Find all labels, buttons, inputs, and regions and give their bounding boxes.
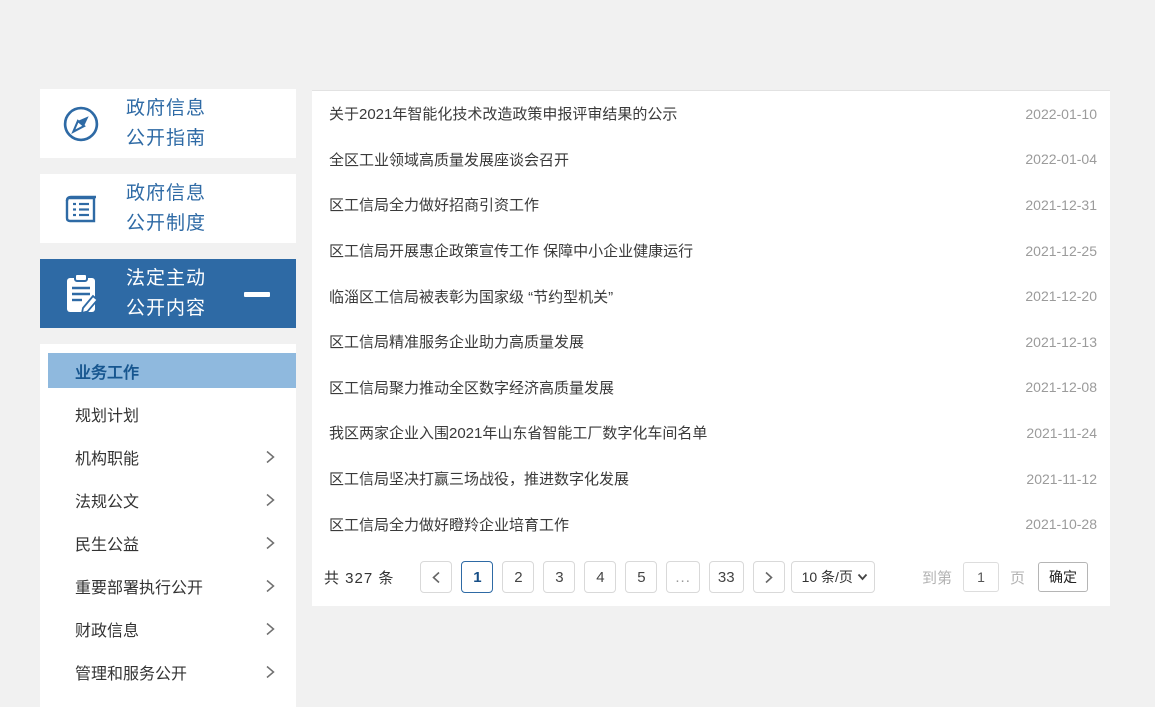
- submenu-item-label: 规划计划: [75, 402, 139, 426]
- article-date: 2021-12-31: [1025, 197, 1097, 213]
- page-number-button[interactable]: ...: [666, 561, 700, 593]
- sidebar: 政府信息 公开指南 政府信息 公开制度: [40, 89, 296, 707]
- article-row[interactable]: 临淄区工信局被表彰为国家级 “节约型机关” 2021-12-20: [312, 273, 1110, 319]
- article-title: 区工信局聚力推动全区数字经济高质量发展: [329, 377, 1005, 398]
- article-title: 我区两家企业入围2021年山东省智能工厂数字化车间名单: [329, 422, 1006, 443]
- article-title: 区工信局坚决打赢三场战役，推进数字化发展: [329, 468, 1006, 489]
- sidebar-submenu-item[interactable]: 机构职能: [40, 435, 296, 478]
- article-title: 临淄区工信局被表彰为国家级 “节约型机关”: [329, 286, 1005, 307]
- clipboard-pen-icon: [60, 271, 102, 317]
- article-title: 关于2021年智能化技术改造政策申报评审结果的公示: [329, 103, 1005, 124]
- sidebar-submenu-item[interactable]: 管理和服务公开: [40, 650, 296, 693]
- article-list: 关于2021年智能化技术改造政策申报评审结果的公示 2022-01-10 全区工…: [312, 91, 1110, 547]
- chevron-right-icon: [264, 664, 276, 680]
- submenu-item-label: 重要部署执行公开: [75, 574, 203, 598]
- page-number-button[interactable]: 3: [543, 561, 575, 593]
- article-row[interactable]: 区工信局聚力推动全区数字经济高质量发展 2021-12-08: [312, 365, 1110, 411]
- article-row[interactable]: 区工信局全力做好瞪羚企业培育工作 2021-10-28: [312, 501, 1110, 547]
- page-number-button[interactable]: 2: [502, 561, 534, 593]
- sidebar-submenu-item[interactable]: 规划计划: [40, 392, 296, 435]
- chevron-right-icon: [264, 621, 276, 637]
- page-number-button[interactable]: 1: [461, 561, 493, 593]
- article-date: 2021-12-13: [1025, 334, 1097, 350]
- article-row[interactable]: 区工信局开展惠企政策宣传工作 保障中小企业健康运行 2021-12-25: [312, 228, 1110, 274]
- page-number-button[interactable]: 5: [625, 561, 657, 593]
- page-number-button[interactable]: 33: [709, 561, 744, 593]
- article-row[interactable]: 全区工业领域高质量发展座谈会召开 2022-01-04: [312, 137, 1110, 183]
- chevron-right-icon: [264, 492, 276, 508]
- goto-page-input[interactable]: [963, 562, 999, 592]
- notebook-icon: [60, 186, 102, 232]
- article-date: 2021-12-25: [1025, 243, 1097, 259]
- sidebar-item-statutory-disclosure[interactable]: 法定主动 公开内容: [40, 259, 296, 328]
- submenu-item-label: 机构职能: [75, 445, 139, 469]
- submenu-item-label: 业务工作: [75, 359, 139, 383]
- article-date: 2021-11-24: [1026, 425, 1097, 441]
- chevron-right-icon: [264, 578, 276, 594]
- article-date: 2022-01-04: [1025, 151, 1097, 167]
- page: 政府信息 公开指南 政府信息 公开制度: [0, 0, 1155, 673]
- chevron-right-icon: [264, 449, 276, 465]
- article-row[interactable]: 区工信局坚决打赢三场战役，推进数字化发展 2021-11-12: [312, 456, 1110, 502]
- next-page-button[interactable]: [753, 561, 785, 593]
- page-size-select[interactable]: 10 条/页: [791, 561, 875, 593]
- article-title: 区工信局开展惠企政策宣传工作 保障中小企业健康运行: [329, 240, 1005, 261]
- article-title: 区工信局精准服务企业助力高质量发展: [329, 331, 1005, 352]
- sidebar-item-label: 法定主动 公开内容: [126, 264, 206, 324]
- submenu-item-label: 管理和服务公开: [75, 660, 187, 684]
- total-count-label: 共 327 条: [324, 567, 394, 588]
- article-title: 区工信局全力做好招商引资工作: [329, 194, 1005, 215]
- sidebar-item-info-guide[interactable]: 政府信息 公开指南: [40, 89, 296, 158]
- article-date: 2021-12-20: [1025, 288, 1097, 304]
- page-number-buttons: 12345... 33: [461, 561, 752, 593]
- sidebar-item-info-system[interactable]: 政府信息 公开制度: [40, 174, 296, 243]
- article-row[interactable]: 区工信局全力做好招商引资工作 2021-12-31: [312, 182, 1110, 228]
- submenu-item-label: 财政信息: [75, 617, 139, 641]
- submenu-item-label: 法规公文: [75, 488, 139, 512]
- article-date: 2021-11-12: [1026, 471, 1097, 487]
- article-date: 2021-10-28: [1025, 516, 1097, 532]
- article-row[interactable]: 关于2021年智能化技术改造政策申报评审结果的公示 2022-01-10: [312, 91, 1110, 137]
- sidebar-submenu-item[interactable]: 民生公益: [40, 521, 296, 564]
- article-row[interactable]: 区工信局精准服务企业助力高质量发展 2021-12-13: [312, 319, 1110, 365]
- goto-prefix-label: 到第: [922, 567, 952, 588]
- article-date: 2022-01-10: [1025, 106, 1097, 122]
- minus-icon: [244, 292, 270, 297]
- compass-icon: [60, 101, 102, 147]
- confirm-button[interactable]: 确定: [1038, 562, 1088, 592]
- article-row[interactable]: 我区两家企业入围2021年山东省智能工厂数字化车间名单 2021-11-24: [312, 410, 1110, 456]
- sidebar-submenu-item[interactable]: 业务工作: [48, 353, 296, 388]
- sidebar-submenu: 业务工作 规划计划 机构职能 法规公文 民生公益 重要部署执行公开 财政信息: [40, 344, 296, 707]
- sidebar-submenu-item[interactable]: 法规公文: [40, 478, 296, 521]
- goto-page-group: 到第 页 确定: [922, 562, 1088, 592]
- page-number-button[interactable]: 4: [584, 561, 616, 593]
- page-size-select-wrap: 10 条/页: [791, 561, 875, 593]
- sidebar-submenu-item[interactable]: 重要部署执行公开: [40, 564, 296, 607]
- article-title: 区工信局全力做好瞪羚企业培育工作: [329, 514, 1005, 535]
- sidebar-item-label: 政府信息 公开指南: [126, 94, 206, 154]
- goto-suffix-label: 页: [1010, 567, 1025, 588]
- article-date: 2021-12-08: [1025, 379, 1097, 395]
- sidebar-submenu-item[interactable]: 财政信息: [40, 607, 296, 650]
- main-content: 关于2021年智能化技术改造政策申报评审结果的公示 2022-01-10 全区工…: [312, 90, 1110, 606]
- chevron-left-icon: [431, 571, 442, 584]
- sidebar-item-label: 政府信息 公开制度: [126, 179, 206, 239]
- pagination-bar: 共 327 条 12345... 33 10 条/页 到第: [312, 547, 1110, 607]
- submenu-item-label: 民生公益: [75, 531, 139, 555]
- chevron-right-icon: [763, 571, 774, 584]
- article-title: 全区工业领域高质量发展座谈会召开: [329, 149, 1005, 170]
- chevron-right-icon: [264, 535, 276, 551]
- prev-page-button[interactable]: [420, 561, 452, 593]
